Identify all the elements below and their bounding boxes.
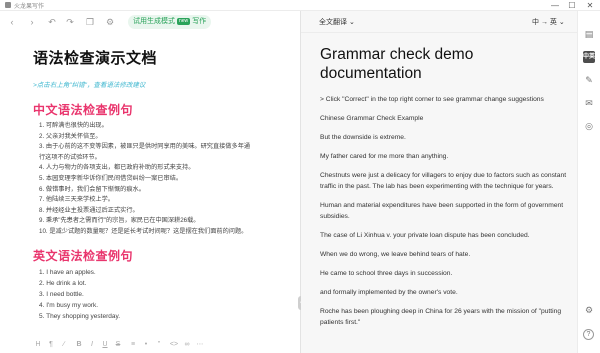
strikethrough-icon[interactable]: S bbox=[113, 340, 123, 350]
translated-paragraph: He came to school three days in successi… bbox=[320, 270, 453, 277]
translate-icon[interactable]: 中英 bbox=[583, 51, 595, 63]
mode-label: 试用生成模式 bbox=[133, 18, 175, 25]
cn-example-list: 1. 可醉满也很快的出现。 2. 父亲对我关怀倍至。 3. 由于心前的这不变等因… bbox=[33, 121, 288, 238]
translated-paragraph: My father cared for me more than anythin… bbox=[320, 153, 449, 160]
translated-paragraph: Chinese Grammar Check Example bbox=[320, 115, 424, 122]
app-title: 火龙果写作 bbox=[14, 4, 45, 10]
list-item[interactable]: 4. 人力与物力的各项支出，都已政府补助的形式来支持。 bbox=[33, 163, 288, 174]
generate-mode-toggle[interactable]: 试用生成模式 new 写作 bbox=[128, 15, 212, 29]
translated-paragraph: > Click "Correct" in the top right corne… bbox=[320, 96, 544, 103]
list-item[interactable]: 7. 他陆续三天来学校上学。 bbox=[33, 195, 288, 206]
code-icon[interactable]: <> bbox=[169, 340, 179, 350]
mail-icon[interactable]: ✉ bbox=[583, 97, 595, 109]
translated-paragraph: But the downside is extreme. bbox=[320, 134, 406, 141]
list-item[interactable]: 1. I have an apples. bbox=[33, 267, 288, 278]
list-item[interactable]: 5. 本园变理李新华诉你们民间借贷纠纷一案已审结。 bbox=[33, 174, 288, 185]
settings-icon[interactable]: ⚙ bbox=[583, 304, 595, 316]
translated-paragraph: Human and material expenditures have bee… bbox=[320, 202, 564, 220]
translate-mode-dropdown[interactable]: 全文翻译 ⌄ bbox=[319, 17, 355, 27]
list-item[interactable]: 5. They shopping yesterday. bbox=[33, 311, 288, 322]
cn-section-heading: 中文语法检查例句 bbox=[33, 103, 134, 117]
close-button[interactable]: ✕ bbox=[583, 0, 597, 11]
translated-paragraph: When we do wrong, we leave behind tears … bbox=[320, 251, 471, 258]
translated-paragraph: and formally implemented by the owner's … bbox=[320, 289, 458, 296]
translation-header: 全文翻译 ⌄ 中 → 英 ⌄ bbox=[301, 11, 577, 33]
bold-icon[interactable]: B bbox=[74, 340, 84, 350]
editor-toolbar: ‹ › ↶ ↷ ❐ ⚙ 试用生成模式 new 写作 bbox=[0, 11, 300, 33]
title-bar: 火龙果写作 — ☐ ✕ bbox=[0, 0, 600, 11]
tool-sidebar: ▤ 中英 ✎ ✉ ◎ ⚙ ? bbox=[577, 11, 600, 353]
list-item[interactable]: 3. I need bottle. bbox=[33, 289, 288, 300]
new-badge: new bbox=[177, 18, 191, 25]
list-item[interactable]: 4. I'm busy my work. bbox=[33, 300, 288, 311]
clear-format-icon[interactable]: ∕ bbox=[59, 340, 69, 350]
copy-icon[interactable]: ❐ bbox=[84, 16, 96, 28]
list-item[interactable]: 8. 并经经业主投票通过后正式实行。 bbox=[33, 206, 288, 217]
help-icon[interactable]: ? bbox=[583, 329, 594, 340]
polish-icon[interactable]: ✎ bbox=[583, 74, 595, 86]
redo-icon[interactable]: ↷ bbox=[64, 16, 76, 28]
quote-icon[interactable]: ” bbox=[154, 340, 164, 350]
undo-icon[interactable]: ↶ bbox=[46, 16, 58, 28]
maximize-button[interactable]: ☐ bbox=[565, 0, 579, 11]
en-section-heading: 英文语法检查例句 bbox=[33, 248, 134, 263]
translation-content: Grammar check demo documentation > Click… bbox=[320, 45, 572, 328]
mode-suffix: 写作 bbox=[192, 18, 207, 25]
paragraph-icon[interactable]: ¶ bbox=[46, 340, 56, 350]
translated-paragraph: The case of Li Xinhua v. your private lo… bbox=[320, 232, 530, 239]
compass-icon[interactable]: ◎ bbox=[583, 120, 595, 132]
heading-icon[interactable]: H bbox=[33, 340, 43, 350]
list-item[interactable]: 2. 父亲对我关怀倍至。 bbox=[33, 132, 288, 143]
underline-icon[interactable]: U bbox=[100, 340, 110, 350]
list-item[interactable]: 1. 可醉满也很快的出现。 bbox=[33, 121, 288, 132]
format-toolbar: H ¶ ∕ B I U S ≡ • ” <> ∞ ⋯ bbox=[0, 338, 300, 353]
translation-pane: 全文翻译 ⌄ 中 → 英 ⌄ Grammar check demo docume… bbox=[301, 11, 577, 353]
language-pair-dropdown[interactable]: 中 → 英 ⌄ bbox=[532, 17, 565, 27]
bullet-list-icon[interactable]: • bbox=[141, 340, 151, 350]
list-item[interactable]: 6. 做错事时，我们会留下惭慨的痕水。 bbox=[33, 185, 288, 196]
more-icon[interactable]: ⋯ bbox=[195, 340, 205, 350]
minimize-button[interactable]: — bbox=[548, 0, 562, 11]
app-logo-icon bbox=[5, 2, 11, 8]
editor-content[interactable]: 语法检查演示文档 >点击右上角"纠错"，查看语法修改建议 中文语法检查例句 1.… bbox=[33, 47, 288, 322]
translated-paragraph: Chestnuts were just a delicacy for villa… bbox=[320, 172, 567, 190]
settings-icon[interactable]: ⚙ bbox=[104, 16, 116, 28]
document-hint: >点击右上角"纠错"，查看语法修改建议 bbox=[33, 82, 146, 89]
forward-icon[interactable]: › bbox=[26, 16, 38, 28]
list-item[interactable]: 2. He drink a lot. bbox=[33, 278, 288, 289]
list-item[interactable]: 3. 由于心前的这不变等因素，被匪只是供时同享用的美味。研究直接做多年通 bbox=[33, 142, 288, 153]
en-example-list: 1. I have an apples. 2. He drink a lot. … bbox=[33, 267, 288, 322]
list-item[interactable]: 10. 是减少试题的数量呢？还是延长考试时间呢？这是摆在我们面前的问题。 bbox=[33, 227, 288, 238]
list-item[interactable]: 行这项不的试验环节。 bbox=[33, 153, 288, 164]
document-title[interactable]: 语法检查演示文档 bbox=[33, 47, 288, 68]
translated-title: Grammar check demo documentation bbox=[320, 46, 474, 82]
list-item[interactable]: 9. 秉承"先患者之需而行"的宗旨，家民已在中国深耕26载。 bbox=[33, 216, 288, 227]
ordered-list-icon[interactable]: ≡ bbox=[128, 340, 138, 350]
document-icon[interactable]: ▤ bbox=[583, 28, 595, 40]
back-icon[interactable]: ‹ bbox=[6, 16, 18, 28]
italic-icon[interactable]: I bbox=[87, 340, 97, 350]
editor-pane[interactable]: ‹ › ↶ ↷ ❐ ⚙ 试用生成模式 new 写作 语法检查演示文档 >点击右上角"… bbox=[0, 11, 300, 353]
link-icon[interactable]: ∞ bbox=[182, 340, 192, 350]
translated-paragraph: Roche has been ploughing deep in China f… bbox=[320, 308, 562, 326]
